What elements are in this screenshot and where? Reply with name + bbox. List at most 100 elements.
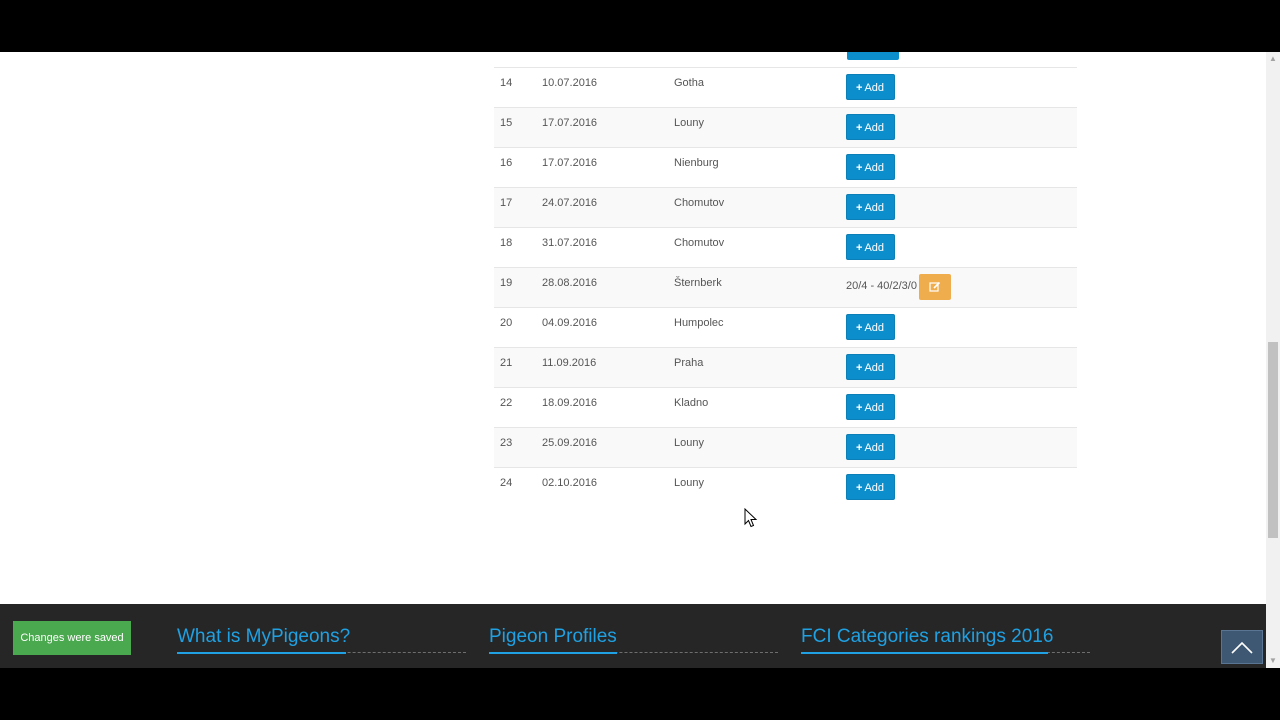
table-row: 17 24.07.2016 Chomutov + Add [494, 187, 1077, 228]
table-row: 18 31.07.2016 Chomutov + Add [494, 227, 1077, 268]
scroll-to-top-button[interactable] [1221, 630, 1263, 664]
race-action-cell: 20/4 - 40/2/3/0 [840, 267, 1077, 308]
add-result-button[interactable]: + Add [846, 474, 896, 500]
race-date: 17.07.2016 [542, 147, 674, 188]
race-action-cell: + Add [840, 147, 1077, 188]
toast-message: Changes were saved [20, 632, 124, 644]
edit-icon [929, 281, 941, 292]
race-number: 23 [494, 427, 542, 468]
race-date: 10.07.2016 [542, 67, 674, 108]
race-date: 31.07.2016 [542, 227, 674, 268]
race-action-cell: + Add [840, 307, 1077, 348]
plus-icon: + [856, 162, 863, 174]
race-action-cell: + Add [840, 387, 1077, 428]
plus-icon: + [856, 122, 863, 134]
add-button-label: Add [864, 482, 885, 494]
chevron-up-icon [1231, 641, 1253, 654]
add-result-button[interactable]: + Add [846, 114, 896, 140]
add-result-button[interactable]: + Add [846, 314, 896, 340]
add-button-partial[interactable] [847, 52, 899, 60]
race-place: Praha [674, 347, 840, 388]
plus-icon: + [856, 482, 863, 494]
add-result-button[interactable]: + Add [846, 154, 896, 180]
race-action-cell: + Add [840, 67, 1077, 108]
race-date: 18.09.2016 [542, 387, 674, 428]
race-number: 14 [494, 67, 542, 108]
mouse-cursor-icon [744, 508, 758, 528]
table-row: 20 04.09.2016 Humpolec + Add [494, 307, 1077, 348]
footer-heading-text[interactable]: Pigeon Profiles [489, 626, 617, 647]
footer-heading-text[interactable]: FCI Categories rankings 2016 [801, 626, 1053, 647]
race-date: 28.08.2016 [542, 267, 674, 308]
add-result-button[interactable]: + Add [846, 194, 896, 220]
add-result-button[interactable]: + Add [846, 394, 896, 420]
race-action-cell: + Add [840, 467, 1077, 508]
footer-heading-text[interactable]: What is MyPigeons? [177, 626, 350, 647]
races-table: 14 10.07.2016 Gotha + Add 15 17.07.2016 Louny + A… [494, 67, 1077, 508]
race-place: Humpolec [674, 307, 840, 348]
table-row: 19 28.08.2016 Šternberk 20/4 - 40/2/3/0 [494, 267, 1077, 308]
table-row: 16 17.07.2016 Nienburg + Add [494, 147, 1077, 188]
footer: What is MyPigeons? Pigeon Profiles FCI C… [0, 604, 1266, 668]
race-date: 17.07.2016 [542, 107, 674, 148]
add-button-label: Add [864, 322, 885, 334]
add-result-button[interactable]: + Add [846, 74, 896, 100]
plus-icon: + [856, 362, 863, 374]
race-action-cell: + Add [840, 187, 1077, 228]
edit-result-button[interactable] [918, 274, 951, 300]
race-place: Chomutov [674, 187, 840, 228]
race-action-cell: + Add [840, 347, 1077, 388]
plus-icon: + [856, 242, 863, 254]
add-button-label: Add [864, 242, 885, 254]
add-button-label: Add [864, 402, 885, 414]
footer-link-pigeon-profiles[interactable]: Pigeon Profiles [489, 626, 778, 654]
plus-icon: + [856, 82, 863, 94]
table-row: 14 10.07.2016 Gotha + Add [494, 67, 1077, 108]
race-action-cell: + Add [840, 227, 1077, 268]
race-date: 04.09.2016 [542, 307, 674, 348]
scroll-down-arrow-icon[interactable]: ▼ [1266, 654, 1280, 668]
race-number: 18 [494, 227, 542, 268]
add-result-button[interactable]: + Add [846, 434, 896, 460]
vertical-scrollbar[interactable]: ▲ ▼ [1266, 52, 1280, 668]
footer-heading-underline [489, 652, 617, 654]
add-button-label: Add [864, 82, 885, 94]
scroll-up-arrow-icon[interactable]: ▲ [1266, 52, 1280, 66]
add-button-label: Add [864, 362, 885, 374]
footer-heading-underline [801, 652, 1048, 654]
table-row: 22 18.09.2016 Kladno + Add [494, 387, 1077, 428]
add-button-label: Add [864, 162, 885, 174]
table-row: 21 11.09.2016 Praha + Add [494, 347, 1077, 388]
page-viewport: 14 10.07.2016 Gotha + Add 15 17.07.2016 Louny + A… [0, 52, 1266, 668]
footer-heading-underline [177, 652, 346, 654]
plus-icon: + [856, 322, 863, 334]
footer-link-what-is-mypigeons[interactable]: What is MyPigeons? [177, 626, 466, 654]
race-number: 24 [494, 467, 542, 508]
race-place: Nienburg [674, 147, 840, 188]
race-place: Kladno [674, 387, 840, 428]
race-number: 22 [494, 387, 542, 428]
race-number: 15 [494, 107, 542, 148]
race-action-cell: + Add [840, 427, 1077, 468]
race-number: 21 [494, 347, 542, 388]
add-button-label: Add [864, 442, 885, 454]
scrollbar-thumb[interactable] [1268, 342, 1278, 538]
race-date: 02.10.2016 [542, 467, 674, 508]
add-button-label: Add [864, 202, 885, 214]
race-number: 17 [494, 187, 542, 228]
race-date: 11.09.2016 [542, 347, 674, 388]
race-result-text: 20/4 - 40/2/3/0 [846, 280, 917, 292]
plus-icon: + [856, 402, 863, 414]
race-place: Gotha [674, 67, 840, 108]
race-action-cell: + Add [840, 107, 1077, 148]
add-result-button[interactable]: + Add [846, 234, 896, 260]
toast-notification: Changes were saved [13, 621, 131, 655]
add-result-button[interactable]: + Add [846, 354, 896, 380]
race-place: Louny [674, 467, 840, 508]
race-date: 25.09.2016 [542, 427, 674, 468]
race-number: 20 [494, 307, 542, 348]
footer-link-fci-rankings[interactable]: FCI Categories rankings 2016 [801, 626, 1090, 654]
race-place: Chomutov [674, 227, 840, 268]
race-place: Louny [674, 107, 840, 148]
race-place: Louny [674, 427, 840, 468]
